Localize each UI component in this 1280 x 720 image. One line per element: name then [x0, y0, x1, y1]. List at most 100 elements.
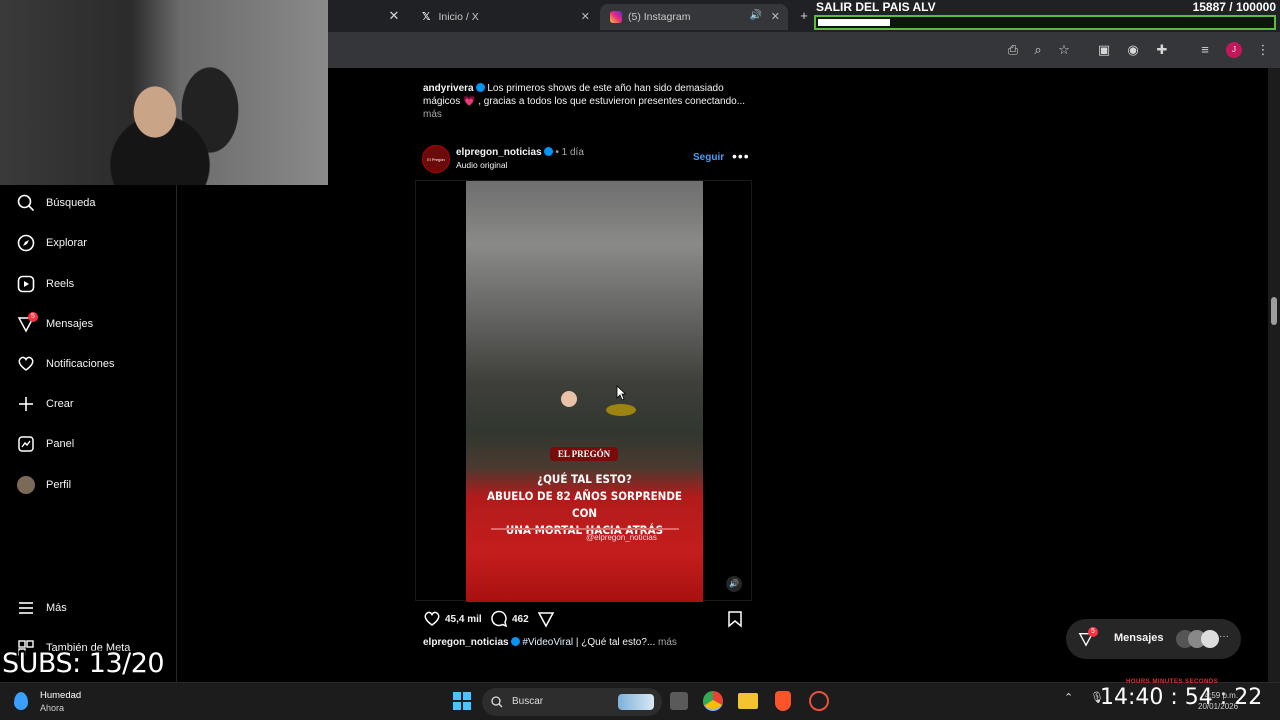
- sidebar-item-create[interactable]: Crear: [16, 390, 74, 418]
- goal-count: 15887 / 100000: [1192, 0, 1276, 14]
- obs-icon[interactable]: [809, 691, 829, 711]
- bookmark-icon: [728, 611, 742, 628]
- scrollbar[interactable]: [1268, 68, 1280, 682]
- taskbar: Humedad Ahora Buscar ⌃ 🎙 HOURS MINUTES S…: [0, 679, 1280, 720]
- messages-button[interactable]: 5 Mensajes ···: [1066, 619, 1241, 659]
- extension-icon[interactable]: ▣: [1096, 42, 1112, 58]
- verified-badge-icon: [543, 147, 553, 156]
- sidebar-item-reels[interactable]: Reels: [16, 270, 74, 298]
- post-audio[interactable]: Audio original: [456, 160, 508, 170]
- sidebar-item-more[interactable]: Más: [16, 594, 67, 622]
- close-tab-icon[interactable]: ✕: [771, 10, 780, 23]
- post-username[interactable]: elpregon_noticias: [423, 637, 509, 648]
- post-username[interactable]: andyrivera: [423, 83, 474, 94]
- notification-badge: 5: [28, 312, 38, 322]
- task-view-icon[interactable]: [670, 692, 688, 710]
- sidebar-item-label: Reels: [46, 278, 75, 290]
- post-time: • 1 día: [555, 147, 584, 158]
- video-handle: @elpregon_noticias: [586, 533, 657, 542]
- search-icon: [491, 696, 503, 708]
- water-drop-icon: [14, 692, 28, 710]
- puzzle-icon[interactable]: ✚: [1154, 42, 1170, 58]
- messages-label: Mensajes: [1114, 632, 1164, 644]
- comment-button[interactable]: 462: [490, 610, 529, 628]
- plus-icon: [16, 394, 36, 414]
- sidebar-item-label: Crear: [46, 398, 74, 410]
- profile-avatar[interactable]: J: [1226, 42, 1242, 58]
- zoom-icon[interactable]: ⌕: [1030, 42, 1046, 58]
- hashtag-link[interactable]: #VideoViral: [522, 637, 573, 648]
- goal-overlay: SALIR DEL PAIS ALV 15887 / 100000: [812, 0, 1278, 32]
- tab-instagram[interactable]: (5) Instagram 🔊 ✕: [600, 4, 788, 30]
- sidebar-item-search[interactable]: Búsqueda: [16, 189, 96, 217]
- instagram-logo-icon: [610, 11, 622, 23]
- splash-figure: [606, 404, 636, 416]
- goal-title: SALIR DEL PAIS ALV: [816, 0, 936, 14]
- speaker-icon[interactable]: 🔊: [750, 10, 762, 21]
- windows-start-icon[interactable]: [453, 692, 471, 710]
- next-post-header: [423, 674, 483, 682]
- sidebar-item-dashboard[interactable]: Panel: [16, 430, 74, 458]
- search-highlight-image: [618, 694, 654, 710]
- sidebar-item-profile[interactable]: Perfil: [16, 471, 71, 499]
- heart-icon: [424, 611, 440, 626]
- sidebar-item-label: Mensajes: [46, 318, 94, 330]
- more-link[interactable]: más: [423, 109, 442, 120]
- profile-avatar-icon: [16, 475, 36, 495]
- weather-subtitle: Ahora: [40, 703, 65, 713]
- more-options-icon: ···: [1219, 631, 1229, 642]
- tab-label: Inicio / X: [438, 11, 479, 23]
- sidebar-item-label: Más: [46, 602, 67, 614]
- bookmark-star-icon[interactable]: ☆: [1056, 42, 1072, 58]
- media-icon[interactable]: ≡: [1197, 42, 1213, 58]
- goal-progress-bar: [814, 15, 1276, 30]
- taskbar-search[interactable]: Buscar: [482, 688, 662, 716]
- brave-icon[interactable]: [775, 691, 791, 711]
- notification-badge: 5: [1088, 627, 1098, 637]
- file-explorer-icon[interactable]: [738, 693, 758, 709]
- post-caption: elpregon_noticias #VideoViral | ¿Qué tal…: [423, 637, 753, 648]
- more-options-icon[interactable]: •••: [732, 148, 750, 164]
- previous-post-caption: andyrivera Los primeros shows de este añ…: [423, 82, 753, 121]
- weather-title[interactable]: Humedad: [40, 690, 81, 701]
- comment-icon: [491, 610, 508, 628]
- search-placeholder: Buscar: [512, 696, 544, 707]
- scrollbar-thumb[interactable]: [1271, 297, 1277, 325]
- sidebar-item-explore[interactable]: Explorar: [16, 229, 87, 257]
- post-media[interactable]: EL PREGÓN ¿QUÉ TAL ESTO? ABUELO DE 82 AÑ…: [415, 180, 752, 602]
- messenger-icon: 5: [16, 312, 38, 334]
- chrome-icon[interactable]: [703, 691, 723, 711]
- compass-icon: [16, 233, 36, 253]
- like-button[interactable]: 45,4 mil: [423, 610, 482, 628]
- post-actions: 45,4 mil 462: [423, 610, 753, 630]
- tab-twitter[interactable]: 𝕏 Inicio / X ✕: [410, 4, 598, 30]
- sidebar-item-notifications[interactable]: Notificaciones: [16, 350, 114, 378]
- save-button[interactable]: [727, 610, 743, 628]
- avatar: [1201, 630, 1219, 648]
- video-player[interactable]: EL PREGÓN ¿QUÉ TAL ESTO? ABUELO DE 82 AÑ…: [466, 181, 703, 602]
- sidebar-item-messages[interactable]: 5 Mensajes: [16, 310, 93, 338]
- video-brand-label: EL PREGÓN: [550, 447, 618, 461]
- post-avatar[interactable]: El Pregón: [422, 145, 450, 173]
- heart-icon: [16, 354, 36, 374]
- menu-kebab-icon[interactable]: ⋮: [1255, 42, 1271, 58]
- share-button[interactable]: [537, 610, 555, 628]
- sidebar-item-label: Notificaciones: [46, 358, 115, 370]
- extension-icon[interactable]: ◉: [1125, 42, 1141, 58]
- mute-button[interactable]: 🔊: [726, 576, 742, 592]
- verified-badge-icon: [475, 83, 485, 92]
- subs-counter-overlay: SUBS: 13/20: [2, 648, 165, 679]
- share-icon: [537, 612, 555, 628]
- install-icon[interactable]: ⎙: [1005, 42, 1021, 58]
- chevron-up-icon[interactable]: ⌃: [1064, 691, 1073, 704]
- close-tab-icon[interactable]: ✕: [386, 8, 402, 24]
- webcam-overlay: [0, 0, 328, 185]
- more-link[interactable]: más: [655, 637, 677, 648]
- post-username[interactable]: elpregon_noticias: [456, 147, 542, 158]
- search-icon: [16, 193, 36, 213]
- follow-button[interactable]: Seguir: [693, 152, 724, 163]
- close-tab-icon[interactable]: ✕: [581, 10, 590, 23]
- video-headline-line: ABUELO DE 82 AÑOS SORPRENDE CON: [487, 489, 682, 520]
- system-clock[interactable]: 4:59 p.m. 20/01/2026: [1198, 690, 1238, 712]
- new-tab-icon[interactable]: +: [796, 8, 812, 24]
